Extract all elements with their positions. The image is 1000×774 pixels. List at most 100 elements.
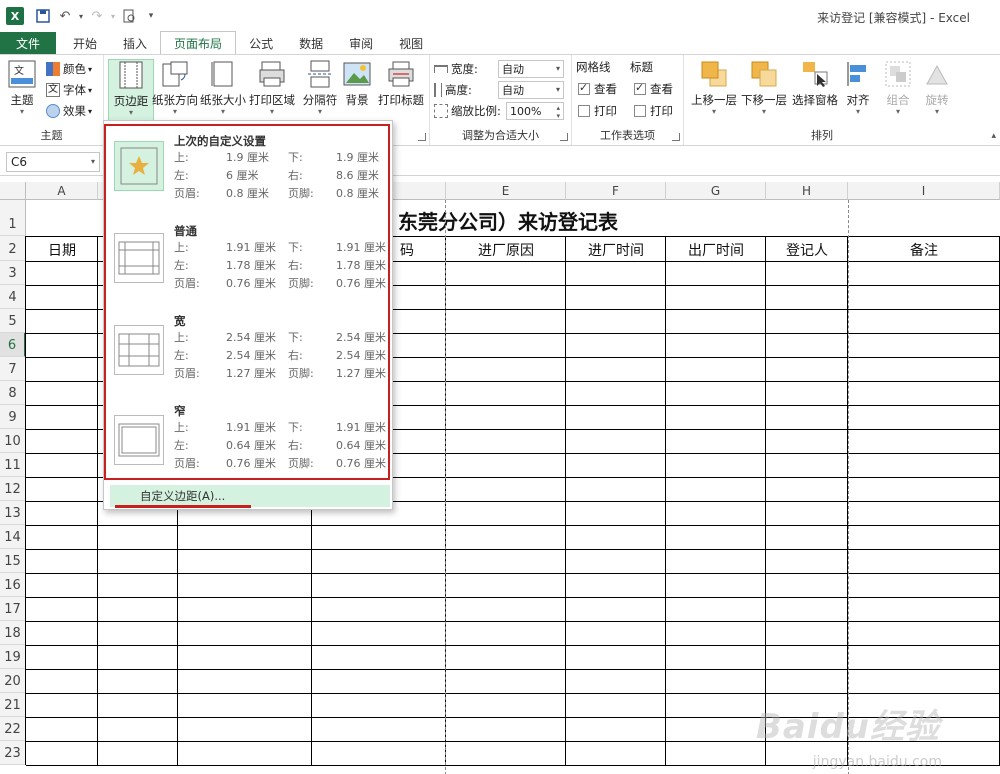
- sheet-options-launcher-icon[interactable]: [672, 133, 680, 141]
- row-header-4[interactable]: 4: [0, 285, 26, 309]
- undo-icon[interactable]: ↶: [54, 5, 76, 27]
- breaks-button[interactable]: 分隔符 ▾: [298, 59, 342, 121]
- row-header-23[interactable]: 23: [0, 741, 26, 765]
- scale-input[interactable]: 100% ▴ ▾: [506, 102, 564, 120]
- send-backward-button[interactable]: 下移一层 ▾: [740, 59, 788, 121]
- row-header-17[interactable]: 17: [0, 597, 26, 621]
- align-button[interactable]: 对齐 ▾: [840, 59, 876, 121]
- themes-button[interactable]: 文 主题 ▾: [2, 59, 42, 121]
- row-header-1[interactable]: 1: [0, 200, 26, 236]
- print-area-icon: [257, 59, 287, 89]
- customize-qat-icon[interactable]: ▾: [140, 5, 162, 27]
- row-header-8[interactable]: 8: [0, 381, 26, 405]
- checkbox-unchecked-icon: [634, 105, 646, 117]
- page-break-line: [445, 200, 446, 774]
- page-setup-launcher-icon[interactable]: [418, 133, 426, 141]
- row-header-10[interactable]: 10: [0, 429, 26, 453]
- tab-file[interactable]: 文件: [0, 32, 57, 54]
- margins-button[interactable]: 页边距 ▾: [108, 59, 154, 121]
- theme-fonts-button[interactable]: 文 字体 ▾: [46, 80, 92, 100]
- col-header-e[interactable]: E: [446, 182, 566, 200]
- redo-dropdown-icon[interactable]: ▾: [108, 5, 118, 27]
- tab-page-layout[interactable]: 页面布局: [160, 31, 237, 54]
- row-header-20[interactable]: 20: [0, 669, 26, 693]
- row-header-11[interactable]: 11: [0, 453, 26, 477]
- cell-border-h: [26, 693, 1000, 694]
- arrange-group: 上移一层 ▾ 下移一层 ▾ 选择窗格 对齐 ▾ 组合 ▾ 旋转 ▾ 排列: [684, 55, 960, 145]
- height-row: 高度:: [434, 80, 472, 100]
- selection-pane-button[interactable]: 选择窗格: [790, 59, 840, 121]
- theme-colors-button[interactable]: 颜色 ▾: [46, 59, 92, 79]
- row-header-12[interactable]: 12: [0, 477, 26, 501]
- height-select[interactable]: 自动 ▾: [498, 81, 564, 99]
- row-header-6[interactable]: 6: [0, 333, 26, 357]
- bring-forward-label: 上移一层: [691, 93, 737, 107]
- print-preview-icon[interactable]: [118, 5, 140, 27]
- row-header-5[interactable]: 5: [0, 309, 26, 333]
- row-header-7[interactable]: 7: [0, 357, 26, 381]
- width-select[interactable]: 自动 ▾: [498, 60, 564, 78]
- size-button[interactable]: 纸张大小 ▾: [200, 59, 246, 121]
- scale-launcher-icon[interactable]: [560, 133, 568, 141]
- col-header-h[interactable]: H: [766, 182, 848, 200]
- group-button[interactable]: 组合 ▾: [878, 59, 918, 121]
- send-backward-icon: [749, 59, 779, 89]
- headings-print-label: 打印: [650, 104, 673, 118]
- watermark-url: jingyan.baidu.com: [812, 754, 942, 770]
- scale-icon: [434, 104, 448, 118]
- print-area-button[interactable]: 打印区域 ▾: [248, 59, 296, 121]
- row-header-2[interactable]: 2: [0, 236, 26, 261]
- print-titles-button[interactable]: 打印标题: [376, 59, 426, 121]
- selection-pane-icon: [800, 59, 830, 89]
- custom-margins-item[interactable]: 自定义边距(A)...: [110, 485, 390, 507]
- highlight-box: [104, 124, 390, 480]
- save-icon[interactable]: [32, 5, 54, 27]
- cell-border-h: [26, 549, 1000, 550]
- row-header-14[interactable]: 14: [0, 525, 26, 549]
- arrange-group-label: 排列: [811, 129, 833, 142]
- scale-value: 100%: [510, 104, 542, 118]
- redo-icon[interactable]: ↷: [86, 5, 108, 27]
- col-header-a[interactable]: A: [26, 182, 98, 200]
- gridlines-print-checkbox[interactable]: 打印: [578, 101, 617, 121]
- select-all-corner[interactable]: [0, 182, 26, 200]
- align-label: 对齐: [846, 93, 870, 107]
- row-header-16[interactable]: 16: [0, 573, 26, 597]
- scale-label: 缩放比例:: [451, 104, 501, 118]
- col-header-i[interactable]: I: [848, 182, 1000, 200]
- row-header-21[interactable]: 21: [0, 693, 26, 717]
- undo-dropdown-icon[interactable]: ▾: [76, 5, 86, 27]
- margins-dropdown-icon: ▾: [128, 108, 133, 117]
- tab-data[interactable]: 数据: [286, 32, 336, 54]
- name-box[interactable]: C6 ▾: [6, 152, 100, 172]
- tab-view[interactable]: 视图: [386, 32, 436, 54]
- bring-forward-button[interactable]: 上移一层 ▾: [690, 59, 738, 121]
- theme-effects-button[interactable]: 效果 ▾: [46, 101, 92, 121]
- background-button[interactable]: 背景: [340, 59, 374, 121]
- row-header-13[interactable]: 13: [0, 501, 26, 525]
- gridlines-view-checkbox[interactable]: 查看: [578, 79, 617, 99]
- rotate-button[interactable]: 旋转 ▾: [918, 59, 956, 121]
- orientation-button[interactable]: 纸张方向 ▾: [152, 59, 198, 121]
- row-header-15[interactable]: 15: [0, 549, 26, 573]
- tab-review[interactable]: 审阅: [336, 32, 386, 54]
- background-label: 背景: [345, 93, 369, 107]
- tab-formulas[interactable]: 公式: [236, 32, 286, 54]
- tab-home[interactable]: 开始: [60, 32, 110, 54]
- row-header-22[interactable]: 22: [0, 717, 26, 741]
- col-header-g[interactable]: G: [666, 182, 766, 200]
- headings-print-checkbox[interactable]: 打印: [634, 101, 673, 121]
- cell-border-v: [765, 236, 766, 765]
- bring-forward-icon: [699, 59, 729, 89]
- fonts-label: 字体: [63, 83, 86, 97]
- row-header-3[interactable]: 3: [0, 261, 26, 285]
- collapse-ribbon-icon[interactable]: ▴: [991, 131, 996, 141]
- tab-insert[interactable]: 插入: [110, 32, 160, 54]
- rotate-label: 旋转: [925, 93, 949, 107]
- row-header-19[interactable]: 19: [0, 645, 26, 669]
- row-header-18[interactable]: 18: [0, 621, 26, 645]
- margins-label: 页边距: [113, 94, 149, 108]
- col-header-f[interactable]: F: [566, 182, 666, 200]
- row-header-9[interactable]: 9: [0, 405, 26, 429]
- headings-view-checkbox[interactable]: 查看: [634, 79, 673, 99]
